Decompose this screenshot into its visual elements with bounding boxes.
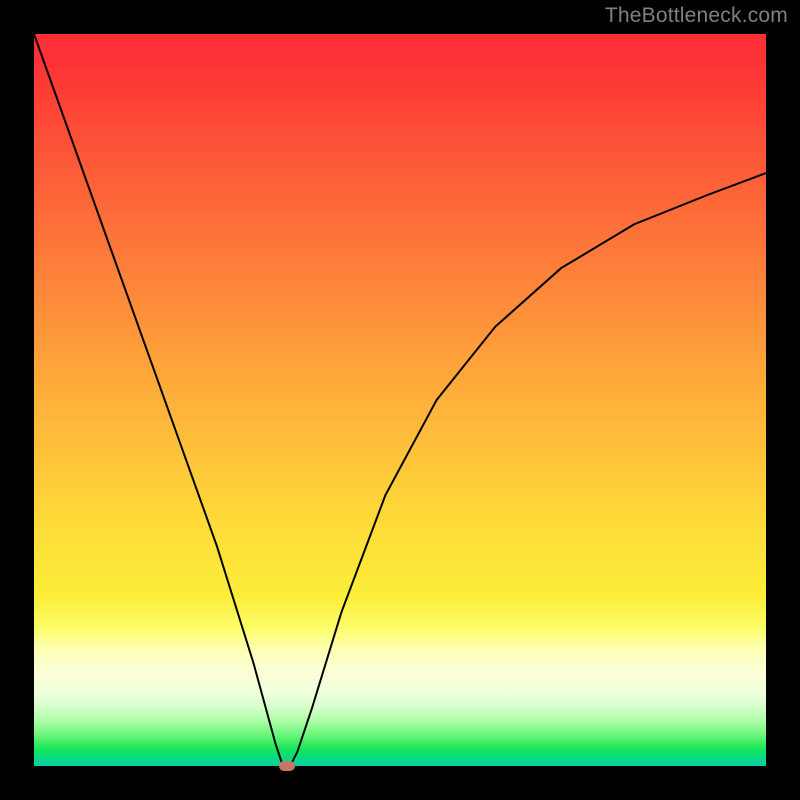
- chart-frame: TheBottleneck.com: [0, 0, 800, 800]
- watermark-text: TheBottleneck.com: [605, 4, 788, 28]
- bottleneck-curve: [34, 34, 766, 766]
- minimum-marker: [279, 761, 295, 771]
- plot-area: [34, 34, 766, 766]
- curve-path: [34, 34, 766, 766]
